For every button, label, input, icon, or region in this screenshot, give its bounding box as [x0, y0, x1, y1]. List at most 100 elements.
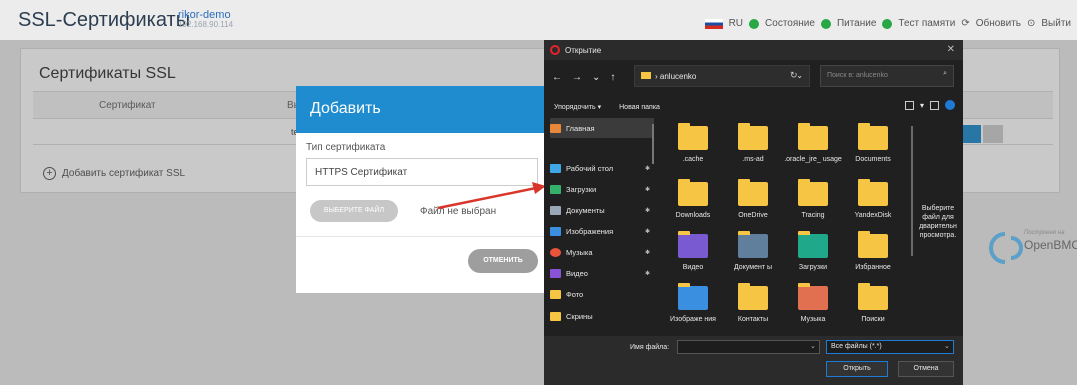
sidebar-item-downloads[interactable]: Загрузки ✱ — [550, 179, 654, 199]
cancel-button[interactable]: ОТМЕНИТЬ — [468, 249, 538, 273]
folder-item[interactable]: Контакты — [724, 283, 782, 323]
memtest-label[interactable]: Тест памяти — [898, 18, 955, 29]
pin-icon[interactable]: ✱ — [645, 207, 650, 214]
folder-item[interactable]: Видео — [664, 231, 722, 271]
folder-label: YandexDisk — [854, 212, 892, 219]
chevron-down-icon[interactable]: ▾ — [920, 101, 924, 110]
refresh-label[interactable]: Обновить — [976, 18, 1021, 29]
up-arrow-icon[interactable]: ↑ — [610, 72, 615, 83]
folder-item[interactable]: Загрузки — [784, 231, 842, 271]
music-folder-icon — [798, 283, 828, 310]
folder-item[interactable]: YandexDisk — [844, 179, 902, 219]
close-icon[interactable]: ✕ — [947, 44, 955, 55]
pin-icon[interactable]: ✱ — [645, 270, 650, 277]
folder-item[interactable]: Избранное — [844, 231, 902, 271]
choose-file-button[interactable]: ВЫБЕРИТЕ ФАЙЛ — [310, 200, 398, 222]
help-icon[interactable] — [945, 100, 955, 110]
folder-item[interactable]: Музыка — [784, 283, 842, 323]
sidebar-item-label: Изображения — [566, 226, 614, 236]
sidebar-item-music[interactable]: Музыка ✱ — [550, 242, 654, 262]
sidebar-item-label: Главная — [566, 123, 595, 133]
chevron-down-icon[interactable]: ⌄ — [944, 342, 950, 350]
view-controls: ▾ — [904, 100, 955, 110]
folder-label: Контакты — [737, 316, 769, 323]
downloads-folder-icon — [678, 179, 708, 206]
address-bar[interactable]: › anlucenko ⌄ — [634, 65, 810, 87]
new-folder-button[interactable]: Новая папка — [619, 104, 660, 111]
back-arrow-icon[interactable]: ← — [552, 72, 562, 83]
pin-icon[interactable]: ✱ — [645, 249, 650, 256]
folder-label: .oracle_jre_ usage — [784, 156, 842, 163]
host-info[interactable]: rikor-demo 192.168.90.114 — [178, 10, 233, 30]
folder-label: Избранное — [855, 264, 891, 271]
folder-item[interactable]: Документ ы — [724, 231, 782, 271]
preview-divider[interactable] — [911, 126, 913, 256]
folder-icon — [858, 231, 888, 258]
folder-item[interactable]: .oracle_jre_ usage — [784, 123, 842, 163]
filename-label: Имя файла: — [630, 344, 670, 351]
dialog-divider — [296, 236, 546, 237]
sidebar-item-home[interactable]: Главная — [550, 118, 654, 138]
organize-menu[interactable]: Упорядочить ▾ — [554, 103, 601, 111]
preview-hint: Выберите файл для дварительн просмотра. — [919, 205, 957, 239]
folder-item[interactable]: Изображе ния — [664, 283, 722, 323]
folder-label: Видео — [682, 264, 704, 271]
user-icon[interactable]: ⊙ — [1027, 18, 1035, 29]
music-icon — [550, 247, 561, 257]
folder-item[interactable]: Tracing — [784, 179, 842, 219]
folder-label: Музыка — [800, 316, 826, 323]
search-input[interactable]: Поиск в: anlucenko ⌕ — [820, 65, 954, 87]
video-icon — [550, 268, 561, 278]
refresh-icon[interactable]: ↻ — [790, 70, 798, 81]
folder-icon — [738, 283, 768, 310]
folder-label: Документ ы — [733, 264, 773, 271]
sidebar-item-photo[interactable]: Фото — [550, 284, 654, 304]
sidebar-item-video[interactable]: Видео ✱ — [550, 263, 654, 283]
state-label[interactable]: Состояние — [765, 18, 815, 29]
forward-arrow-icon[interactable]: → — [572, 72, 582, 83]
open-button[interactable]: Открыть — [826, 361, 888, 377]
file-open-dialog: Открытие ✕ ← → ⌄ ↑ › anlucenko ⌄ ↻ Поиск… — [544, 40, 963, 385]
sidebar-item-documents[interactable]: Документы ✱ — [550, 200, 654, 220]
filetype-select[interactable]: Все файлы (*.*) — [826, 340, 954, 354]
power-label[interactable]: Питание — [837, 18, 876, 29]
folder-icon — [798, 179, 828, 206]
status-bar: RU Состояние Питание Тест памяти ⟳ Обнов… — [704, 18, 1071, 29]
cancel-button[interactable]: Отмена — [898, 361, 954, 377]
folder-label: Documents — [855, 156, 891, 163]
sidebar-item-pictures[interactable]: Изображения ✱ — [550, 221, 654, 241]
view-mode-icon[interactable] — [904, 100, 914, 110]
check-circle-icon — [749, 18, 760, 29]
preview-pane-icon[interactable] — [930, 100, 939, 110]
documents-folder-icon — [738, 231, 768, 258]
chevron-down-icon[interactable]: ⌄ — [592, 72, 600, 83]
chevron-down-icon[interactable]: ⌄ — [810, 342, 816, 350]
host-ip: 192.168.90.114 — [178, 20, 234, 29]
pin-icon[interactable]: ✱ — [645, 228, 650, 235]
sidebar-item-desktop[interactable]: Рабочий стол ✱ — [550, 158, 654, 178]
folder-icon — [738, 179, 768, 206]
file-dialog-titlebar: Открытие — [544, 40, 963, 60]
refresh-icon[interactable]: ⟳ — [961, 18, 969, 29]
folder-icon — [550, 289, 561, 299]
folder-item[interactable]: .ms-ad — [724, 123, 782, 163]
exit-label[interactable]: Выйти — [1041, 18, 1071, 29]
search-icon: ⌕ — [943, 70, 947, 77]
file-toolbar: Упорядочить ▾ Новая папка — [544, 96, 963, 118]
folder-item[interactable]: .cache — [664, 123, 722, 163]
folder-item[interactable]: Поиски — [844, 283, 902, 323]
pin-icon[interactable]: ✱ — [645, 165, 650, 172]
pin-icon[interactable]: ✱ — [645, 186, 650, 193]
folder-icon — [641, 72, 651, 79]
folder-icon — [858, 283, 888, 310]
sidebar-item-label: Загрузки — [566, 184, 597, 194]
pictures-folder-icon — [678, 283, 708, 310]
folder-item[interactable]: Downloads — [664, 179, 722, 219]
folder-label: OneDrive — [738, 212, 768, 219]
folder-item[interactable]: OneDrive — [724, 179, 782, 219]
lang-label[interactable]: RU — [729, 18, 743, 29]
download-icon — [550, 184, 561, 194]
folder-item[interactable]: Documents — [844, 123, 902, 163]
filename-input[interactable] — [677, 340, 820, 354]
sidebar-item-screenshots[interactable]: Скрины — [550, 306, 654, 326]
